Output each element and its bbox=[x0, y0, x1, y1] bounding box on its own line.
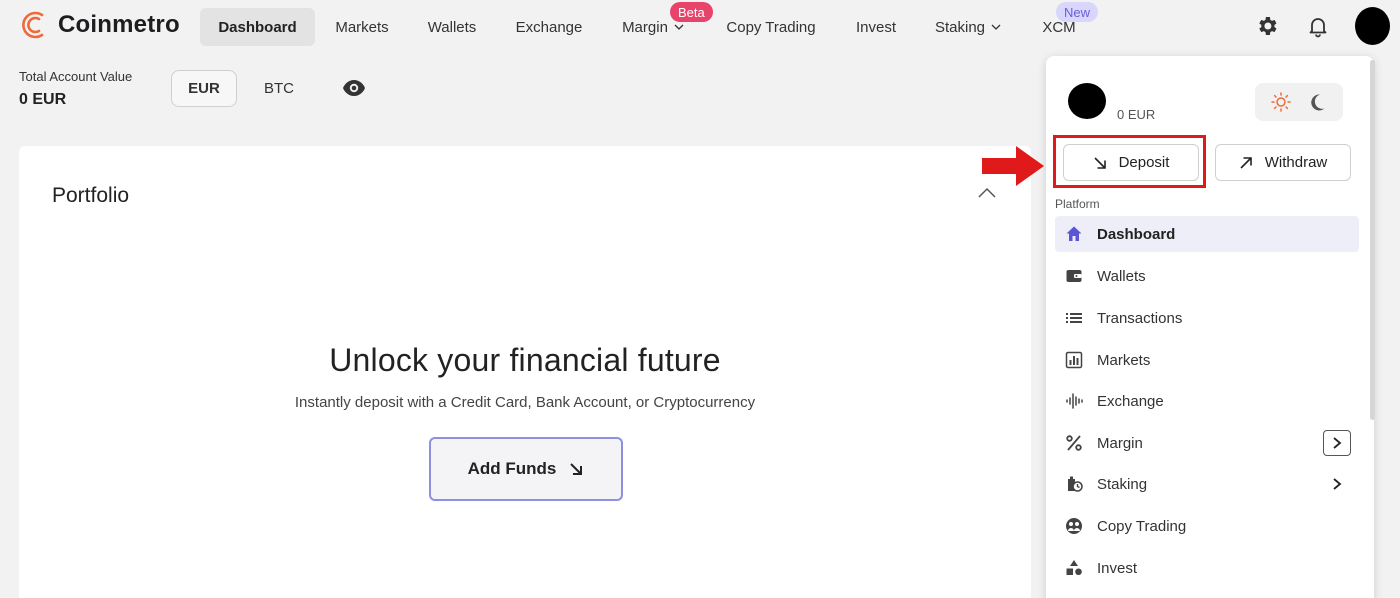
menu-item-staking-label: Staking bbox=[1097, 475, 1148, 493]
menu-item-transactions-label: Transactions bbox=[1097, 309, 1183, 327]
coinmetro-logo-icon bbox=[22, 11, 44, 39]
list-icon bbox=[1064, 308, 1084, 328]
nav-dashboard[interactable]: Dashboard bbox=[200, 8, 315, 46]
withdraw-label: Withdraw bbox=[1264, 154, 1328, 171]
nav-exchange-label: Exchange bbox=[515, 18, 583, 36]
gear-icon[interactable] bbox=[1255, 14, 1279, 38]
percent-icon bbox=[1064, 433, 1084, 453]
shapes-icon bbox=[1064, 558, 1084, 578]
moon-icon[interactable] bbox=[1306, 91, 1328, 113]
new-badge-text: New bbox=[1064, 4, 1091, 20]
menu-item-transactions[interactable]: Transactions bbox=[1055, 300, 1359, 336]
menu-item-invest[interactable]: Invest bbox=[1055, 550, 1359, 586]
nav-copy-trading-label: Copy Trading bbox=[726, 18, 816, 36]
eye-icon[interactable] bbox=[342, 78, 366, 98]
panel-avatar bbox=[1068, 83, 1106, 119]
unlock-subtext: Instantly deposit with a Credit Card, Ba… bbox=[294, 394, 756, 411]
nav-exchange[interactable]: Exchange bbox=[498, 8, 600, 46]
currency-btc-label: BTC bbox=[264, 80, 294, 97]
menu-item-copy-trading-label: Copy Trading bbox=[1097, 517, 1187, 535]
nav-staking[interactable]: Staking bbox=[916, 8, 1020, 46]
menu-item-wallets[interactable]: Wallets bbox=[1055, 258, 1359, 294]
waveform-icon bbox=[1064, 391, 1084, 411]
menu-item-wallets-label: Wallets bbox=[1097, 267, 1146, 285]
chevron-down-icon bbox=[991, 24, 1001, 30]
menu-item-exchange[interactable]: Exchange bbox=[1055, 383, 1359, 419]
currency-btc-button[interactable]: BTC bbox=[255, 70, 303, 107]
brand-name: Coinmetro bbox=[58, 11, 180, 38]
total-account-value: 0 EUR bbox=[19, 91, 67, 108]
sun-icon[interactable] bbox=[1270, 91, 1292, 113]
coinmetro-logo[interactable]: Coinmetro bbox=[18, 8, 180, 42]
menu-item-dashboard-label: Dashboard bbox=[1097, 225, 1176, 243]
nav-markets-label: Markets bbox=[335, 18, 389, 36]
beta-badge-text: Beta bbox=[678, 4, 705, 20]
add-funds-label: Add Funds bbox=[467, 459, 557, 478]
nav-markets[interactable]: Markets bbox=[318, 8, 406, 46]
bar-chart-icon bbox=[1064, 350, 1084, 370]
avatar[interactable] bbox=[1355, 7, 1390, 45]
menu-item-copy-trading[interactable]: Copy Trading bbox=[1055, 508, 1359, 544]
currency-eur-label: EUR bbox=[188, 80, 220, 97]
nav-dashboard-label: Dashboard bbox=[218, 18, 297, 36]
theme-toggle[interactable] bbox=[1255, 83, 1343, 121]
nav-wallets-label: Wallets bbox=[427, 18, 477, 36]
deposit-label: Deposit bbox=[1118, 154, 1170, 171]
nav-invest-label: Invest bbox=[855, 18, 897, 36]
wallet-icon bbox=[1064, 266, 1084, 286]
portfolio-title: Portfolio bbox=[52, 184, 130, 207]
nav-copy-trading[interactable]: Copy Trading bbox=[707, 8, 835, 46]
nav-wallets[interactable]: Wallets bbox=[410, 8, 494, 46]
chevron-right-icon[interactable] bbox=[1323, 430, 1351, 456]
chevron-right-icon[interactable] bbox=[1323, 471, 1351, 497]
deposit-button[interactable]: Deposit bbox=[1063, 144, 1199, 181]
home-icon bbox=[1064, 224, 1084, 244]
red-arrow-annotation bbox=[982, 146, 1044, 186]
bell-icon[interactable] bbox=[1306, 14, 1330, 38]
total-account-value-label: Total Account Value bbox=[19, 69, 133, 84]
menu-item-markets[interactable]: Markets bbox=[1055, 342, 1359, 378]
arrow-up-right-icon bbox=[1240, 156, 1252, 169]
unlock-headline: Unlock your financial future bbox=[329, 342, 721, 378]
arrow-down-right-icon bbox=[570, 463, 583, 475]
panel-balance: 0 EUR bbox=[1117, 107, 1156, 122]
menu-item-dashboard[interactable]: Dashboard bbox=[1055, 216, 1359, 252]
menu-item-margin[interactable]: Margin bbox=[1055, 425, 1359, 461]
add-funds-button[interactable]: Add Funds bbox=[429, 437, 623, 501]
copy-trading-icon bbox=[1064, 516, 1084, 536]
portfolio-card: Portfolio Unlock your financial future I… bbox=[19, 146, 1031, 598]
menu-item-invest-label: Invest bbox=[1097, 559, 1138, 577]
platform-section-label: Platform bbox=[1055, 197, 1100, 211]
menu-item-markets-label: Markets bbox=[1097, 351, 1151, 369]
arrow-down-right-icon bbox=[1093, 156, 1106, 169]
menu-item-exchange-label: Exchange bbox=[1097, 392, 1164, 410]
top-navigation-bar: Coinmetro Dashboard Markets Wallets Exch… bbox=[0, 0, 1400, 54]
chevron-up-icon[interactable] bbox=[977, 186, 997, 200]
nav-margin-label: Margin bbox=[622, 18, 668, 36]
staking-icon bbox=[1064, 474, 1084, 494]
chevron-down-icon bbox=[674, 24, 684, 30]
currency-eur-button[interactable]: EUR bbox=[171, 70, 237, 107]
nav-invest[interactable]: Invest bbox=[840, 8, 912, 46]
withdraw-button[interactable]: Withdraw bbox=[1215, 144, 1351, 181]
menu-item-margin-label: Margin bbox=[1097, 434, 1143, 452]
panel-scrollbar[interactable] bbox=[1370, 60, 1375, 420]
new-badge: New bbox=[1056, 2, 1099, 22]
menu-item-staking[interactable]: Staking bbox=[1055, 466, 1359, 502]
nav-staking-label: Staking bbox=[934, 18, 986, 36]
